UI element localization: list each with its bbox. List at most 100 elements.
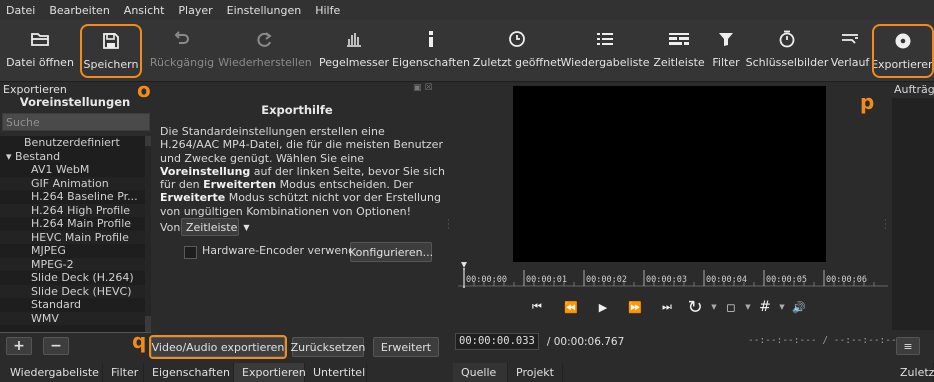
timeline-icon xyxy=(669,24,689,54)
undo-label: Rückgängig xyxy=(149,56,215,69)
ruler-tick-label: 00:00:05 xyxy=(766,275,807,285)
undo-button[interactable]: Rückgängig xyxy=(150,24,214,76)
play-icon[interactable]: ▶ xyxy=(588,301,618,314)
export-video-audio-button[interactable]: Video/Audio exportieren xyxy=(149,335,287,359)
fast-forward-icon[interactable]: ⏩ xyxy=(618,301,652,314)
menu-ansicht[interactable]: Ansicht xyxy=(117,4,172,17)
preset-item[interactable]: ▾ Bestand xyxy=(0,150,145,164)
tab-export[interactable]: Exportieren xyxy=(234,363,306,382)
skip-previous-icon[interactable]: ⏮ xyxy=(520,300,554,314)
properties-label: Eigenschaften xyxy=(392,56,470,69)
preset-item[interactable]: Benutzerdefiniert xyxy=(0,136,145,150)
ruler-tick-label: 00:00:03 xyxy=(646,275,687,285)
menu-player[interactable]: Player xyxy=(171,4,219,17)
tab-playlist[interactable]: Wiedergabeliste xyxy=(0,363,103,382)
skip-next-icon[interactable]: ⏭ xyxy=(652,300,682,314)
tab-recent[interactable]: Zuletzt xyxy=(892,363,934,382)
preset-item[interactable]: Standard xyxy=(0,298,145,312)
preset-search-input[interactable]: Suche xyxy=(2,113,150,131)
ruler-tick-label: 00:00:00 xyxy=(466,275,507,285)
recent-button[interactable]: Zuletzt geöffnet xyxy=(473,24,561,76)
from-select[interactable]: Zeitleiste ▼ xyxy=(181,218,250,236)
preset-item[interactable]: H.264 High Profile xyxy=(0,203,145,217)
preset-item[interactable]: H.264 Baseline Pr... xyxy=(0,190,145,204)
keyframes-button[interactable]: Schlüsselbilder xyxy=(746,24,828,76)
redo-button[interactable]: Wiederherstellen xyxy=(218,24,312,76)
peak-meter-icon xyxy=(346,24,362,54)
remove-preset-button[interactable]: − xyxy=(43,337,69,355)
grid-icon[interactable]: # xyxy=(754,299,776,315)
splitter-handle[interactable]: · · · xyxy=(447,217,450,234)
advanced-button[interactable]: Erweitert xyxy=(373,337,439,357)
configure-button[interactable]: Konfigurieren... xyxy=(349,242,433,262)
duration-label: / 00:00:06.767 xyxy=(546,335,625,348)
history-button[interactable]: Verlauf xyxy=(830,24,870,76)
export-help-title: Exporthilfe xyxy=(261,103,333,117)
peak-meter-button[interactable]: Pegelmesser xyxy=(319,24,389,76)
undo-icon xyxy=(174,24,190,54)
ruler-tick-label: 00:00:04 xyxy=(706,275,747,285)
annotation-q: q xyxy=(132,329,147,353)
transport-controls: ⏮ ⏪ ▶ ⏩ ⏭ ↻ ▼ ◻ ▼ # ▼ 🔊 xyxy=(520,297,840,318)
tab-filter[interactable]: Filter xyxy=(103,363,144,382)
preset-item[interactable]: HEVC Main Profile xyxy=(0,230,145,244)
export-button[interactable]: Exportieren xyxy=(871,24,934,78)
open-file-button[interactable]: Datei öffnen xyxy=(2,24,78,76)
preset-item[interactable]: WMV xyxy=(0,311,145,325)
redo-icon xyxy=(257,24,273,54)
menu-hilfe[interactable]: Hilfe xyxy=(308,4,347,17)
timecode-input[interactable]: 00:00:00.033 xyxy=(455,333,539,350)
preset-item[interactable]: GIF Animation xyxy=(0,176,145,190)
plus-icon: + xyxy=(13,338,25,354)
menu-datei[interactable]: Datei xyxy=(0,4,42,17)
loop-icon[interactable]: ↻ xyxy=(682,297,708,318)
playlist-label: Wiedergabeliste xyxy=(560,56,650,69)
volume-icon[interactable]: 🔊 xyxy=(788,301,810,314)
zoom-icon[interactable]: ◻ xyxy=(720,301,742,314)
preset-item[interactable]: AV1 WebM xyxy=(0,163,145,177)
chevron-down-icon[interactable]: ▼ xyxy=(742,303,754,311)
history-icon xyxy=(841,24,859,54)
annotation-p: p xyxy=(860,90,875,114)
funnel-icon xyxy=(718,24,734,54)
preset-list[interactable]: Benutzerdefiniert ▾ Bestand AV1 WebM GIF An… xyxy=(0,136,145,332)
timeline-button[interactable]: Zeitleiste xyxy=(652,24,706,76)
preset-item[interactable]: MJPEG xyxy=(0,244,145,258)
rewind-icon[interactable]: ⏪ xyxy=(554,301,588,314)
jobs-menu-button[interactable]: ≡ xyxy=(896,337,920,355)
menu-einstellungen[interactable]: Einstellungen xyxy=(220,4,309,17)
properties-button[interactable]: Eigenschaften xyxy=(392,24,470,76)
reset-button[interactable]: Zurücksetzen xyxy=(291,337,365,357)
panel-float-close-icons[interactable]: ▣ ☒ xyxy=(413,83,443,93)
minus-icon: − xyxy=(50,338,62,354)
preset-item[interactable]: Slide Deck (HEVC) xyxy=(0,284,145,298)
hw-encoder-checkbox[interactable] xyxy=(184,246,197,259)
playlist-button[interactable]: Wiedergabeliste xyxy=(561,24,649,76)
export-label: Exportieren xyxy=(871,58,934,71)
ruler-tick-label: 00:00:02 xyxy=(586,275,627,285)
splitter-handle-right[interactable]: · · · xyxy=(884,217,887,234)
save-button[interactable]: Speichern xyxy=(80,24,142,78)
timecode-display: 00:00:00.033 / 00:00:06.767 xyxy=(455,333,625,350)
chevron-down-icon[interactable]: ▼ xyxy=(776,303,788,311)
tab-project[interactable]: Projekt xyxy=(508,363,563,382)
filter-label: Filter xyxy=(712,56,740,69)
chevron-down-icon: ▼ xyxy=(243,222,250,232)
open-file-label: Datei öffnen xyxy=(6,56,74,69)
preset-item[interactable]: Slide Deck (H.264) xyxy=(0,271,145,285)
add-preset-button[interactable]: + xyxy=(6,337,32,355)
info-icon xyxy=(426,24,436,54)
tab-subtitles[interactable]: Untertitel xyxy=(305,363,367,382)
menu-bearbeiten[interactable]: Bearbeiten xyxy=(42,4,116,17)
preset-item[interactable]: MPEG-2 xyxy=(0,257,145,271)
filter-button[interactable]: Filter xyxy=(708,24,744,76)
preset-list-scrollbar[interactable] xyxy=(145,136,151,332)
timeline-ruler[interactable]: 00:00:00 00:00:01 00:00:02 00:00:03 00:00:04… xyxy=(458,262,888,292)
ruler-tick-label: 00:00:06 xyxy=(826,275,867,285)
chevron-down-icon[interactable]: ▼ xyxy=(708,303,720,311)
menu-icon: ≡ xyxy=(903,339,913,353)
preset-item[interactable]: H.264 Main Profile xyxy=(0,217,145,231)
tab-properties[interactable]: Eigenschaften xyxy=(144,363,234,382)
jobs-list[interactable] xyxy=(892,98,934,330)
tab-source[interactable]: Quelle xyxy=(453,363,508,382)
